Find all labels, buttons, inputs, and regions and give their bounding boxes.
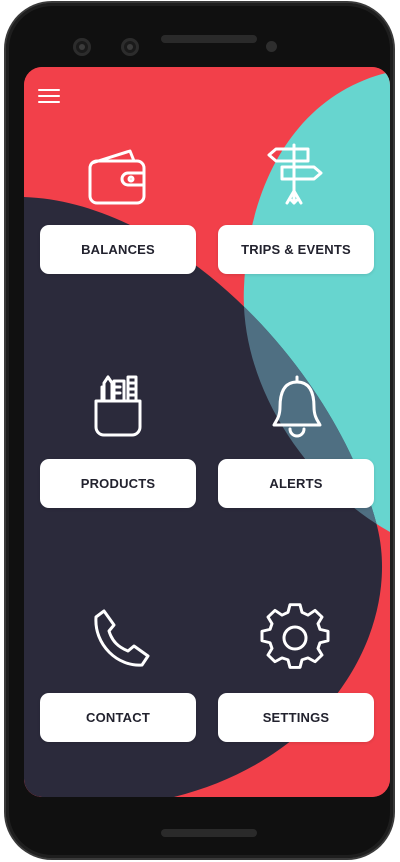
alerts-button[interactable]: ALERTS (218, 459, 374, 508)
front-camera-icon (73, 38, 91, 56)
balances-button[interactable]: BALANCES (40, 225, 196, 274)
wallet-icon (88, 149, 146, 205)
signpost-icon (267, 143, 323, 205)
settings-button[interactable]: SETTINGS (218, 693, 374, 742)
contact-button[interactable]: CONTACT (40, 693, 196, 742)
proximity-sensor (266, 41, 277, 52)
background-shapes (24, 67, 390, 797)
gear-icon (260, 603, 330, 669)
earpiece-speaker (161, 35, 257, 43)
products-button[interactable]: PRODUCTS (40, 459, 196, 508)
menu-button[interactable] (38, 87, 62, 105)
bottom-speaker (161, 829, 257, 837)
hamburger-menu-icon (38, 89, 60, 91)
bell-icon (272, 375, 322, 438)
phone-icon (94, 609, 150, 667)
app-screen: BALANCES TRIPS & EVENTS PRODUCTS ALERTS … (24, 67, 390, 797)
trips-events-button[interactable]: TRIPS & EVENTS (218, 225, 374, 274)
front-sensor-icon (121, 38, 139, 56)
pencil-cup-icon (94, 375, 142, 437)
